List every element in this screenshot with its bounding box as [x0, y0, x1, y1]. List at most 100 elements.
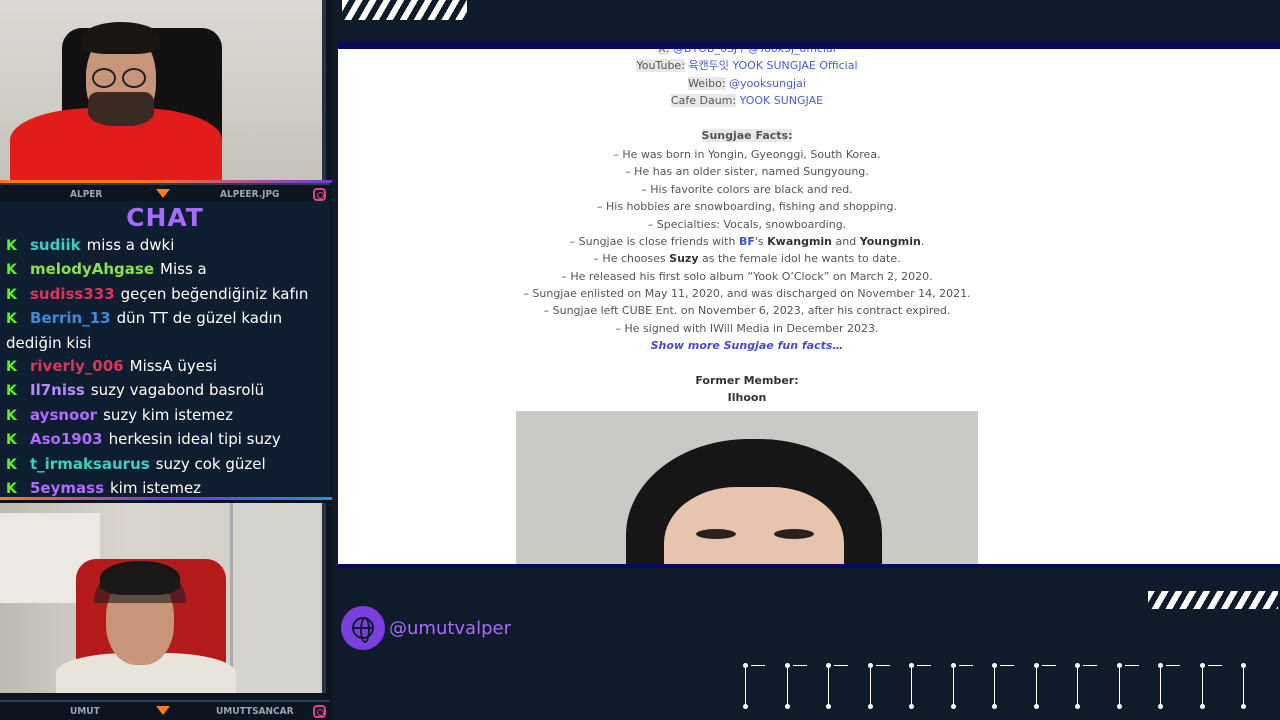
kick-badge-icon: K: [6, 262, 17, 279]
grid-line: [1243, 665, 1244, 705]
grid-dash: [834, 665, 848, 666]
grid-line: [828, 665, 829, 705]
fact-item: – He released his first solo album “Yook…: [561, 269, 933, 283]
grid-line: [911, 665, 912, 705]
grid-dot: [867, 663, 873, 668]
grid-dash: [751, 665, 765, 666]
social-link[interactable]: @yooksungjai: [729, 77, 806, 90]
chat-username[interactable]: 5eymass: [30, 479, 104, 497]
grid-dash: [875, 665, 890, 666]
former-member-heading: Former Member:: [695, 374, 799, 388]
chat-username[interactable]: t_irmaksaurus: [30, 455, 150, 473]
grid-dot: [1199, 704, 1205, 709]
grid-dash: [1041, 665, 1056, 666]
webcam-bottom: [0, 503, 326, 693]
grid-dot: [950, 704, 956, 709]
grid-line: [745, 665, 746, 705]
chat-panel: CHAT Ksudiik miss a dwki KmelodyAhgase Miss…: [0, 201, 330, 497]
triangle-down-icon: [156, 189, 170, 198]
chat-message-list: Ksudiik miss a dwki KmelodyAhgase Miss a Ksu…: [6, 234, 326, 501]
grid-dot: [1158, 704, 1163, 709]
grid-dot: [1241, 704, 1246, 709]
chat-username[interactable]: sudiss333: [30, 285, 115, 303]
web-page[interactable]: X: @BTOB_6SJ / @Yook3j_officialYouTube: …: [338, 49, 1280, 564]
streamer-name-bar-bottom: UMUT UMUTTSANCAR: [0, 700, 330, 720]
social-link-row: YouTube: 육캔두잇 YOOK SUNGJAE Official: [338, 57, 1156, 74]
chat-message: KmelodyAhgase Miss a: [6, 258, 326, 282]
chat-username[interactable]: Aso1903: [30, 430, 103, 448]
grid-dot: [867, 704, 873, 709]
chat-message: Kt_irmaksaurus suzy cok güzel: [6, 453, 326, 477]
grid-dash: [792, 665, 807, 666]
grid-dot: [1199, 663, 1205, 668]
facts-list: – He released his first solo album “Yook…: [338, 268, 1156, 338]
decorative-stripes: [1148, 591, 1278, 609]
grid-line: [1077, 665, 1078, 705]
social-link-row: Weibo: @yooksungjai: [338, 75, 1156, 92]
fact-item: – Specialties: Vocals, snowboarding.: [647, 217, 847, 231]
decorative-dot-grid: [740, 662, 1280, 710]
social-link[interactable]: @BTOB_6SJ / @Yook3j_official: [673, 49, 836, 55]
kick-badge-icon: K: [6, 238, 17, 254]
grid-dot: [909, 704, 914, 709]
chat-username[interactable]: Berrin_13: [30, 309, 111, 327]
chat-username[interactable]: melodyAhgase: [30, 260, 154, 278]
fact-item: – His hobbies are snowboarding, fishing …: [597, 200, 897, 214]
chat-text: herkesin ideal tipi suzy: [108, 430, 281, 449]
social-label: YouTube:: [636, 59, 685, 73]
grid-line: [786, 665, 788, 705]
photo-face: [664, 487, 844, 564]
grid-dot: [784, 663, 790, 668]
social-handle: @umutvalper: [341, 606, 511, 650]
grid-dot: [1116, 663, 1122, 668]
grid-dot: [826, 663, 831, 668]
handle-text: @umutvalper: [389, 617, 511, 639]
webcam-top: [0, 0, 326, 180]
grid-dash: [1000, 665, 1014, 666]
member-photo: [516, 411, 978, 564]
chat-text: MissA üyesi: [129, 357, 217, 376]
grid-line: [869, 665, 871, 705]
chat-username[interactable]: sudiik: [30, 236, 81, 254]
kick-badge-icon: K: [6, 359, 17, 376]
grid-dot: [1116, 704, 1122, 709]
fact-item: – Sungjae enlisted on May 11, 2020, and …: [523, 287, 971, 301]
chat-message: K Il7niss suzy vagabond basrolü: [6, 379, 326, 403]
chat-message: Ksudiss333 geçen beğendiğiniz kafın: [6, 283, 326, 307]
streamer-handle: ALPEER.JPG: [220, 188, 280, 200]
kick-badge-icon: K: [6, 311, 17, 328]
profile-article: X: @BTOB_6SJ / @Yook3j_officialYouTube: …: [338, 49, 1156, 407]
grid-line: [1201, 665, 1203, 705]
kick-badge-icon: K: [6, 407, 17, 424]
chat-title: CHAT: [126, 203, 204, 232]
accent-divider: [0, 497, 332, 500]
instagram-icon: [313, 188, 326, 201]
fact-item: – His favorite colors are black and red.: [641, 182, 853, 196]
grid-dash: [1083, 665, 1097, 666]
glasses-left: [92, 68, 116, 88]
chat-message: Kriverly_006 MissA üyesi: [6, 355, 326, 379]
chat-message: K Berrin_13 dün TT de güzel kadın dediğin …: [6, 307, 326, 355]
streamer-name: UMUT: [70, 705, 100, 717]
chat-text: suzy cok güzel: [155, 454, 266, 473]
grid-dot: [992, 663, 997, 668]
grid-dash: [1166, 665, 1180, 666]
grid-line: [1160, 665, 1161, 705]
chat-text: Miss a: [160, 260, 207, 279]
grid-dash: [958, 665, 973, 666]
chat-username[interactable]: Il7niss: [30, 381, 85, 399]
fact-item: – He was born in Yongin, Gyeonggi, South…: [613, 147, 881, 161]
social-label: Weibo:: [688, 76, 726, 90]
chat-username[interactable]: aysnoor: [30, 406, 97, 424]
grid-dot: [950, 663, 956, 668]
social-link[interactable]: YOOK SUNGJAE: [740, 94, 823, 107]
former-member-name: Ilhoon: [727, 391, 767, 405]
chat-username[interactable]: riverly_006: [30, 357, 124, 375]
social-link[interactable]: 육캔두잇 YOOK SUNGJAE Official: [688, 59, 857, 72]
show-more-facts-link[interactable]: Show more Sungjae fun facts…: [651, 339, 844, 352]
stream-left-panel: ALPER ALPEER.JPG CHAT Ksudiik miss a dwki…: [0, 0, 332, 720]
grid-dot: [992, 704, 997, 709]
chat-text: geçen beğendiğiniz kafın: [120, 284, 309, 303]
chat-text: suzy vagabond basrolü: [90, 381, 265, 400]
bf-link[interactable]: BF: [739, 235, 755, 248]
